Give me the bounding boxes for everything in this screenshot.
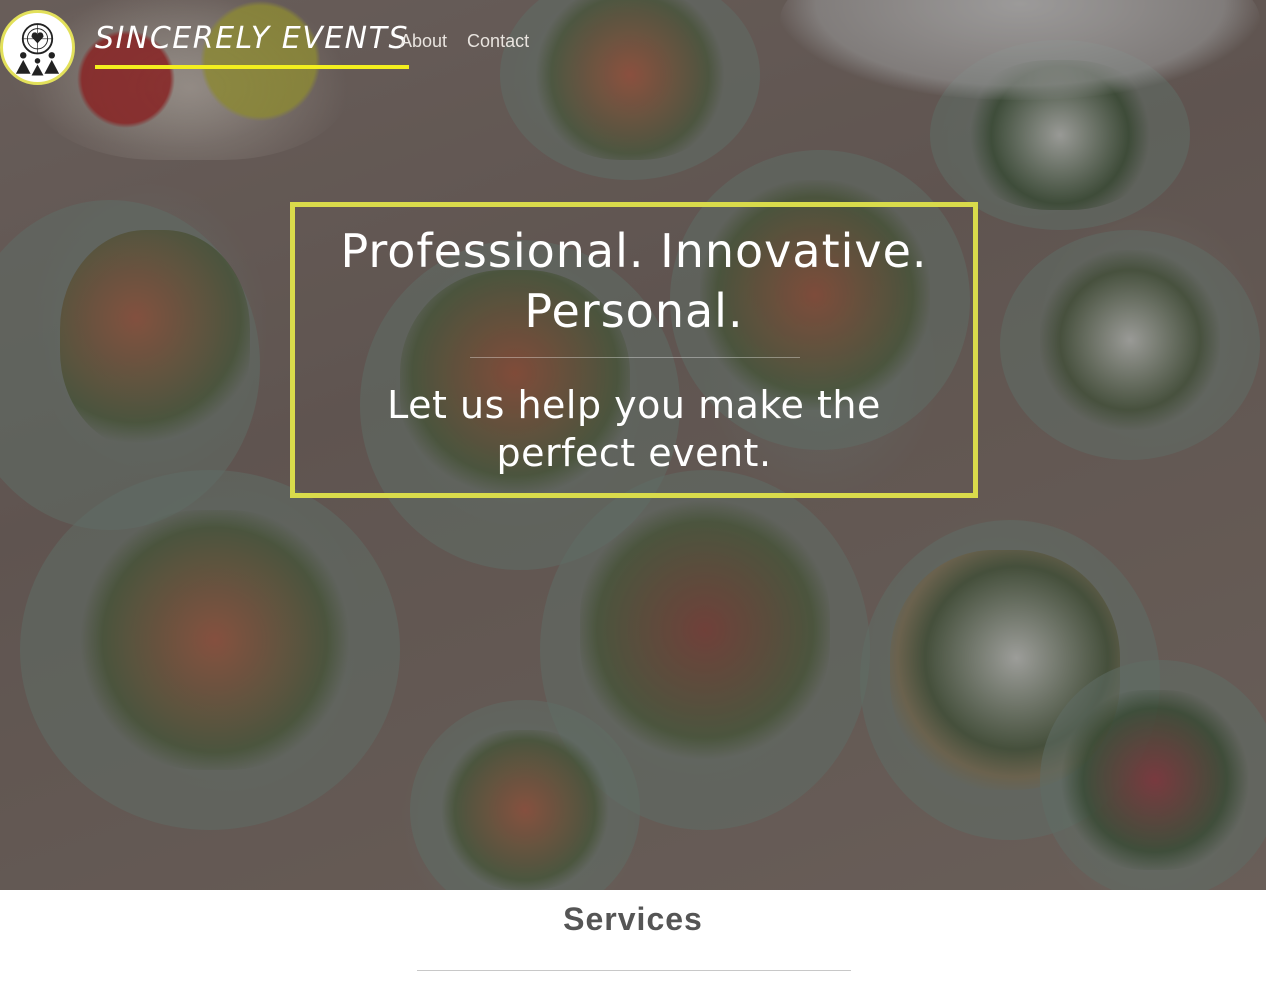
logo-link[interactable] [0,10,75,85]
hero-banner: Sincerely Events About Contact Professio… [0,0,1266,890]
nav-link-contact[interactable]: Contact [467,30,529,52]
services-divider [417,970,851,971]
hero-headline-line1: Professional. Innovative. [340,224,928,278]
hero-headline-line2: Personal. [524,284,744,338]
main-nav: About Contact [400,30,529,52]
hero-headline: Professional. Innovative. Personal. [295,221,973,341]
services-heading: Services [563,901,703,937]
hero-subheadline: Let us help you make the perfect event. [387,383,881,475]
headline-divider [470,357,800,358]
nav-link-about[interactable]: About [400,30,447,52]
hero-headline-box: Professional. Innovative. Personal. Let … [290,202,978,498]
brand-name-link[interactable]: Sincerely Events [95,16,409,69]
dreamcatcher-logo-icon [15,23,60,76]
